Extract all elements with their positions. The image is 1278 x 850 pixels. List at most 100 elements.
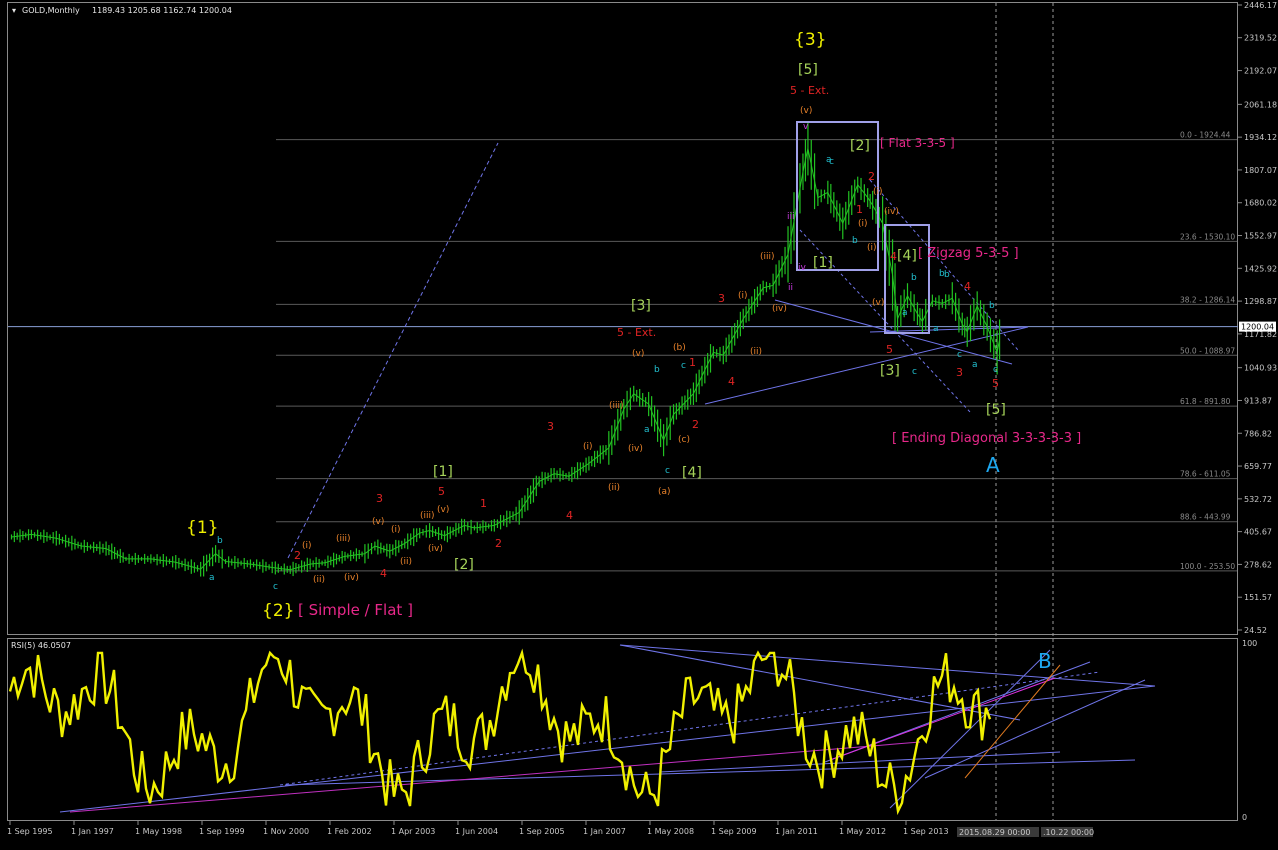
- wave-label: [2]: [850, 138, 870, 154]
- wave-label: (iv): [772, 304, 787, 314]
- price-tick-label: 1552.97: [1244, 232, 1277, 241]
- wave-label: (a): [658, 487, 671, 497]
- wave-label: c: [665, 466, 670, 476]
- price-tick-label: 1680.02: [1244, 199, 1277, 208]
- wave-label: (v): [372, 517, 384, 527]
- wave-label: 3: [376, 492, 383, 505]
- wave-label: (ii): [313, 575, 325, 585]
- wave-annotation: [ Ending Diagonal 3-3-3-3-3 ]: [892, 431, 1081, 446]
- wave-label-primary: {3}: [794, 30, 826, 50]
- price-tick-label: 2319.52: [1244, 34, 1277, 43]
- wave-label: (v): [632, 349, 644, 359]
- wave-label: [4]: [682, 465, 702, 481]
- time-tick-label: 1 Feb 2002: [327, 827, 372, 836]
- time-tick-label: 1 Sep 2013: [903, 827, 949, 836]
- wave-label: b: [217, 536, 223, 546]
- wave-label: 4: [728, 375, 735, 388]
- wave-label: 5: [992, 377, 999, 390]
- wave-marker-B: B: [1038, 649, 1052, 673]
- wave-label: c: [957, 350, 962, 360]
- wave-label: 5: [886, 343, 893, 356]
- rsi-title: RSI(5) 46.0507: [11, 641, 71, 650]
- wave-label: 3: [956, 366, 963, 379]
- wave-label: c: [681, 361, 686, 371]
- wave-label: v: [803, 122, 809, 132]
- fib-level-label: 88.6 - 443.99: [1180, 513, 1231, 522]
- wave-annotation: 5 - Ext.: [790, 84, 829, 97]
- wave-label: (iii): [609, 401, 624, 411]
- wave-label: (iv): [428, 544, 443, 554]
- wave-label: (iii): [760, 252, 775, 262]
- price-tick-label: 1934.12: [1244, 133, 1277, 142]
- chart-canvas[interactable]: ▾ GOLD,Monthly 1189.43 1205.68 1162.74 1…: [0, 0, 1278, 846]
- time-tick-label: 1 Jun 2004: [455, 827, 498, 836]
- wave-label: (iv): [884, 207, 899, 217]
- wave-label: iv: [798, 263, 807, 273]
- wave-label: b: [911, 273, 917, 283]
- wave-label: (iii): [420, 511, 435, 521]
- wave-annotation: [ Simple / Flat ]: [298, 601, 413, 619]
- wave-label-primary: {1}: [186, 518, 218, 538]
- wave-label: c: [912, 367, 917, 377]
- fib-level-label: 50.0 - 1088.97: [1180, 346, 1235, 355]
- price-tick-label: 1425.92: [1244, 264, 1277, 273]
- wave-label: 4: [380, 567, 387, 580]
- wave-label: iii: [787, 212, 795, 222]
- wave-label: (iii): [336, 534, 351, 544]
- wave-label: b: [989, 301, 995, 311]
- fib-level-label: 38.2 - 1286.14: [1180, 295, 1235, 304]
- wave-label: a: [209, 573, 215, 583]
- wave-label: (i): [583, 442, 593, 452]
- wave-label: (i): [391, 525, 401, 535]
- fib-level-label: 0.0 - 1924.44: [1180, 131, 1231, 140]
- time-tick-label: 1 Sep 1999: [199, 827, 245, 836]
- wave-annotation: 5 - Ext.: [617, 326, 656, 339]
- fib-level-label: 23.6 - 1530.10: [1180, 232, 1235, 241]
- time-cursor-label: 2015.08.29 00:00: [959, 828, 1030, 837]
- time-tick-label: 1 Jan 2011: [775, 827, 818, 836]
- wave-label: c: [273, 582, 278, 592]
- time-tick-label: 1 May 1998: [135, 827, 182, 836]
- time-tick-label: 1 Sep 1995: [7, 827, 53, 836]
- price-tick-label: 278.62: [1244, 560, 1272, 569]
- chart-window: ▾ GOLD,Monthly 1189.43 1205.68 1162.74 1…: [0, 0, 1278, 846]
- fib-level-label: 100.0 - 253.50: [1180, 562, 1235, 571]
- wave-label: [1]: [813, 255, 833, 271]
- fib-level-label: 61.8 - 891.80: [1180, 397, 1231, 406]
- wave-label: 3: [718, 292, 725, 305]
- wave-label: 1: [689, 356, 696, 369]
- wave-label-primary: {2}: [262, 601, 294, 621]
- wave-label: (c): [678, 435, 690, 445]
- wave-label: (i): [858, 219, 868, 229]
- wave-label: (v): [437, 505, 449, 515]
- wave-marker-A: A: [986, 453, 1000, 477]
- wave-label: [1]: [433, 464, 453, 480]
- wave-label: 4: [566, 509, 573, 522]
- wave-label: 4: [890, 250, 897, 263]
- time-tick-label: 1 May 2008: [647, 827, 694, 836]
- time-tick-label: 1 Jan 1997: [71, 827, 114, 836]
- wave-label: 3: [547, 420, 554, 433]
- price-tick-label: 405.67: [1244, 528, 1272, 537]
- price-tick-label: 532.72: [1244, 495, 1272, 504]
- wave-label: 1: [480, 497, 487, 510]
- price-tick-label: 2192.07: [1244, 67, 1277, 76]
- wave-label: (i): [738, 291, 748, 301]
- wave-annotation: [ Flat 3-3-5 ]: [880, 136, 955, 150]
- wave-label: 1: [856, 203, 863, 216]
- wave-label: b: [852, 236, 858, 246]
- time-tick-label: 1 Sep 2009: [711, 827, 757, 836]
- price-tick-label: 913.87: [1244, 396, 1272, 405]
- wave-label: c: [829, 157, 834, 167]
- wave-label: (v): [800, 106, 812, 116]
- time-tick-label: 1 Apr 2003: [391, 827, 435, 836]
- wave-label: (ii): [400, 557, 412, 567]
- wave-label: a: [644, 425, 650, 435]
- time-tick-label: 1 May 2012: [839, 827, 886, 836]
- wave-label: (i): [873, 187, 883, 197]
- last-price-label: 1200.04: [1241, 323, 1274, 332]
- wave-label: (b): [673, 343, 686, 353]
- wave-label: (i): [302, 541, 312, 551]
- wave-label: 5: [438, 485, 445, 498]
- wave-label: ii: [788, 283, 793, 293]
